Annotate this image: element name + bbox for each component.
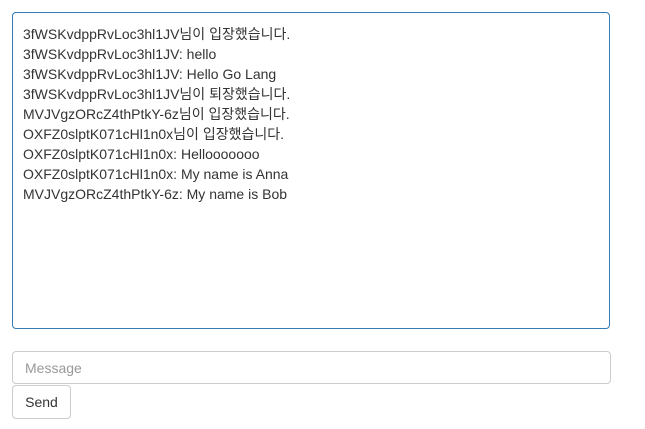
message-input[interactable] (12, 351, 611, 384)
chat-message: 3fWSKvdppRvLoc3hl1JV님이 퇴장했습니다. (23, 86, 291, 102)
chat-message: MVJVgzORcZ4thPtkY-6z님이 입장했습니다. (23, 106, 290, 122)
chat-message: 3fWSKvdppRvLoc3hl1JV: hello (23, 46, 217, 62)
chat-message: OXFZ0slptK071cHl1n0x님이 입장했습니다. (23, 126, 284, 142)
chat-message: 3fWSKvdppRvLoc3hl1JV님이 입장했습니다. (23, 26, 291, 42)
chat-message: MVJVgzORcZ4thPtkY-6z: My name is Bob (23, 186, 288, 202)
chat-app: 3fWSKvdppRvLoc3hl1JV님이 입장했습니다. 3fWSKvdpp… (0, 0, 645, 429)
send-button[interactable]: Send (12, 385, 71, 419)
chat-log[interactable]: 3fWSKvdppRvLoc3hl1JV님이 입장했습니다. 3fWSKvdpp… (12, 12, 610, 329)
chat-message: OXFZ0slptK071cHl1n0x: Hellooooooo (23, 146, 260, 162)
chat-message: 3fWSKvdppRvLoc3hl1JV: Hello Go Lang (23, 66, 277, 82)
chat-message: OXFZ0slptK071cHl1n0x: My name is Anna (23, 166, 289, 182)
